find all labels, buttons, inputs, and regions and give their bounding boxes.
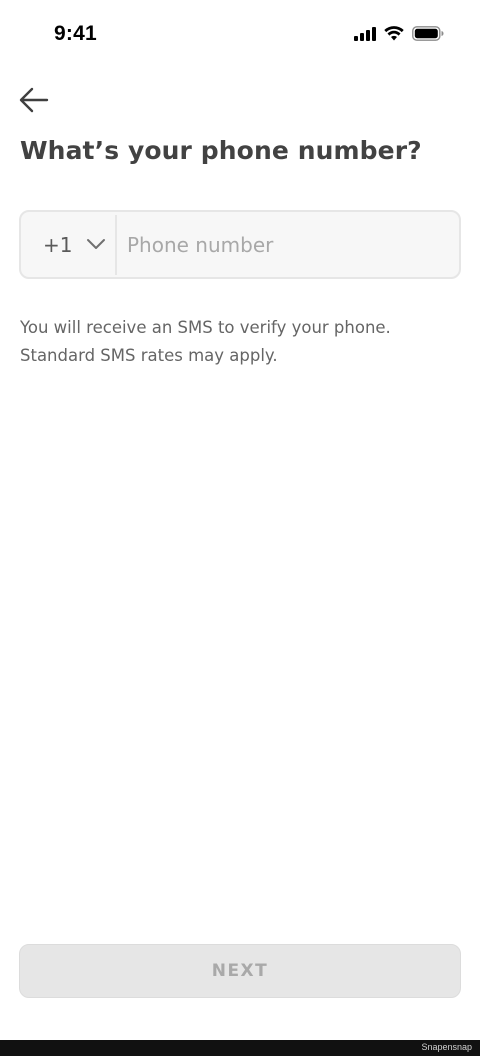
chevron-down-icon [86, 235, 106, 254]
cellular-signal-icon [354, 26, 376, 45]
battery-icon [412, 26, 444, 45]
helper-line-2: Standard SMS rates may apply. [20, 346, 278, 365]
status-icons [354, 26, 444, 45]
country-code-value: +1 [43, 232, 73, 257]
back-button[interactable] [16, 86, 52, 118]
phone-number-input[interactable] [117, 212, 459, 277]
page-title: What’s your phone number? [20, 136, 422, 165]
country-code-selector[interactable]: +1 [21, 212, 115, 277]
status-bar: 9:41 [0, 0, 480, 72]
bottom-bar: Snapensnap [0, 1040, 480, 1056]
phone-input-group: +1 [19, 210, 461, 279]
helper-line-1: You will receive an SMS to verify your p… [20, 318, 391, 337]
sms-helper-text: You will receive an SMS to verify your p… [20, 314, 460, 370]
phone-number-screen: 9:41 What’s your phone number? +1 Phone … [0, 0, 480, 1056]
next-button[interactable]: NEXT [19, 944, 461, 998]
wifi-icon [384, 26, 404, 45]
status-time: 9:41 [54, 22, 97, 45]
arrow-left-icon [19, 87, 49, 117]
watermark: Snapensnap [421, 1042, 472, 1052]
